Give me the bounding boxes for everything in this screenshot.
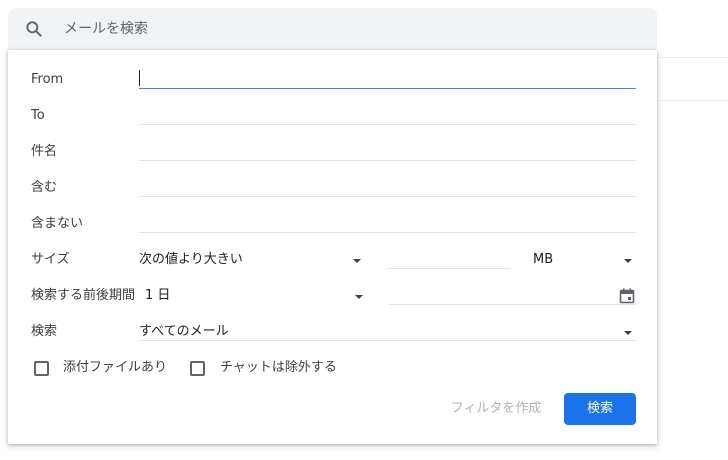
doesnt-have-input[interactable] — [139, 232, 636, 233]
chevron-down-icon — [355, 295, 363, 299]
text-caret — [139, 70, 140, 86]
size-label: サイズ — [31, 252, 70, 267]
size-unit-value: MB — [533, 252, 554, 267]
has-attachment-checkbox[interactable] — [34, 361, 49, 376]
chevron-down-icon — [353, 259, 361, 263]
chevron-down-icon — [624, 259, 632, 263]
search-icon[interactable] — [24, 19, 44, 39]
size-comparator-value: 次の値より大きい — [139, 252, 243, 267]
date-input[interactable] — [389, 304, 636, 305]
from-input[interactable] — [139, 88, 636, 89]
subject-input[interactable] — [139, 160, 636, 161]
exclude-chats-label[interactable]: チャットは除外する — [220, 360, 337, 376]
background-divider — [658, 100, 728, 101]
calendar-icon[interactable] — [619, 288, 635, 304]
advanced-search-page: メールを検索 From To 件名 含む 含まない サイズ 次の値より大きい M… — [0, 0, 728, 460]
from-label: From — [31, 72, 64, 87]
search-bar[interactable]: メールを検索 — [8, 8, 657, 50]
doesnt-have-label: 含まない — [31, 216, 84, 231]
search-button[interactable]: 検索 — [564, 393, 636, 425]
has-words-label: 含む — [31, 180, 58, 195]
subject-label: 件名 — [31, 144, 58, 159]
exclude-chats-checkbox[interactable] — [190, 361, 205, 376]
has-attachment-label[interactable]: 添付ファイルあり — [63, 360, 167, 376]
search-in-value: すべてのメール — [139, 324, 229, 339]
search-in-label: 検索 — [31, 324, 58, 339]
date-within-value: 1 日 — [145, 288, 171, 303]
advanced-search-panel: From To 件名 含む 含まない サイズ 次の値より大きい MB 検索する前… — [8, 50, 657, 444]
chevron-down-icon — [624, 331, 632, 335]
to-label: To — [31, 108, 45, 123]
background-divider — [658, 57, 728, 58]
to-input[interactable] — [139, 124, 636, 125]
search-in-underline — [139, 340, 636, 341]
has-words-input[interactable] — [139, 196, 636, 197]
create-filter-button[interactable]: フィルタを作成 — [438, 394, 554, 424]
search-input[interactable]: メールを検索 — [64, 20, 148, 38]
date-within-label: 検索する前後期間 — [31, 288, 136, 303]
size-value-input[interactable] — [387, 268, 511, 269]
